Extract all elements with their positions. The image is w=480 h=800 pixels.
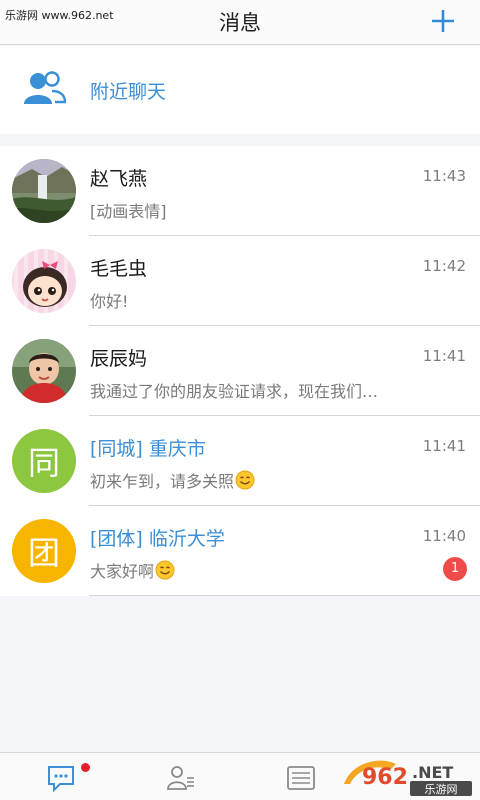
- page-title: 消息: [219, 11, 261, 35]
- conversation-message: 大家好啊: [90, 558, 420, 582]
- conversation-message: 初来乍到，请多关照: [90, 468, 420, 492]
- message-text: 大家好啊: [90, 562, 155, 581]
- avatar: [12, 159, 76, 223]
- conversation-row[interactable]: 辰辰妈 11:41 我通过了你的朋友验证请求，现在我们…: [0, 326, 480, 416]
- tab-contacts-icon[interactable]: [166, 764, 196, 792]
- conversation-name: [团体] 临沂大学: [90, 528, 225, 550]
- conversation-name: 赵飞燕: [90, 168, 148, 190]
- avatar: [12, 249, 76, 313]
- group-avatar: 同: [12, 429, 76, 493]
- site-logo: 962 .NET 乐游网: [344, 760, 472, 796]
- nearby-chat-label: 附近聊天: [90, 81, 167, 103]
- conversation-name: 辰辰妈: [90, 348, 148, 370]
- message-text: 初来乍到，请多关照: [90, 472, 235, 491]
- conversation-row[interactable]: 毛毛虫 11:42 你好!: [0, 236, 480, 326]
- conversation-message: [动画表情]: [90, 202, 167, 221]
- nearby-chat-item[interactable]: 附近聊天: [0, 46, 480, 134]
- svg-text:962: 962: [362, 765, 408, 790]
- conversation-time: 11:43: [422, 167, 466, 185]
- conversation-row[interactable]: 团 [团体] 临沂大学 11:40 大家好啊 1: [0, 506, 480, 596]
- people-icon: [24, 71, 66, 104]
- smile-emoji-icon: [155, 560, 175, 580]
- svg-text:乐游网: 乐游网: [425, 783, 458, 796]
- tab-feed-icon[interactable]: [286, 764, 316, 792]
- conversation-time: 11:41: [422, 347, 466, 365]
- avatar: [12, 339, 76, 403]
- conversation-name: [同城] 重庆市: [90, 438, 206, 460]
- conversation-time: 11:41: [422, 437, 466, 455]
- conversation-message: 我通过了你的朋友验证请求，现在我们…: [90, 382, 379, 401]
- conversation-row[interactable]: 赵飞燕 11:43 [动画表情]: [0, 146, 480, 236]
- svg-text:.NET: .NET: [412, 763, 453, 782]
- group-avatar: 团: [12, 519, 76, 583]
- conversation-name: 毛毛虫: [90, 258, 148, 280]
- conversation-row[interactable]: 同 [同城] 重庆市 11:41 初来乍到，请多关照: [0, 416, 480, 506]
- conversation-time: 11:42: [422, 257, 466, 275]
- bottom-tab-bar: 962 .NET 乐游网: [0, 752, 480, 800]
- conversation-list: 赵飞燕 11:43 [动画表情] 毛毛虫 11:42 你好! 辰辰妈 11:41…: [0, 146, 480, 596]
- add-icon[interactable]: [428, 6, 458, 36]
- conversation-message: 你好!: [90, 292, 129, 311]
- smile-emoji-icon: [235, 470, 255, 490]
- top-bar: 乐游网 www.962.net 消息: [0, 0, 480, 45]
- tab-messages-icon[interactable]: [46, 764, 76, 792]
- conversation-time: 11:40: [422, 527, 466, 545]
- unread-badge: 1: [443, 557, 467, 581]
- notification-dot: [81, 763, 90, 772]
